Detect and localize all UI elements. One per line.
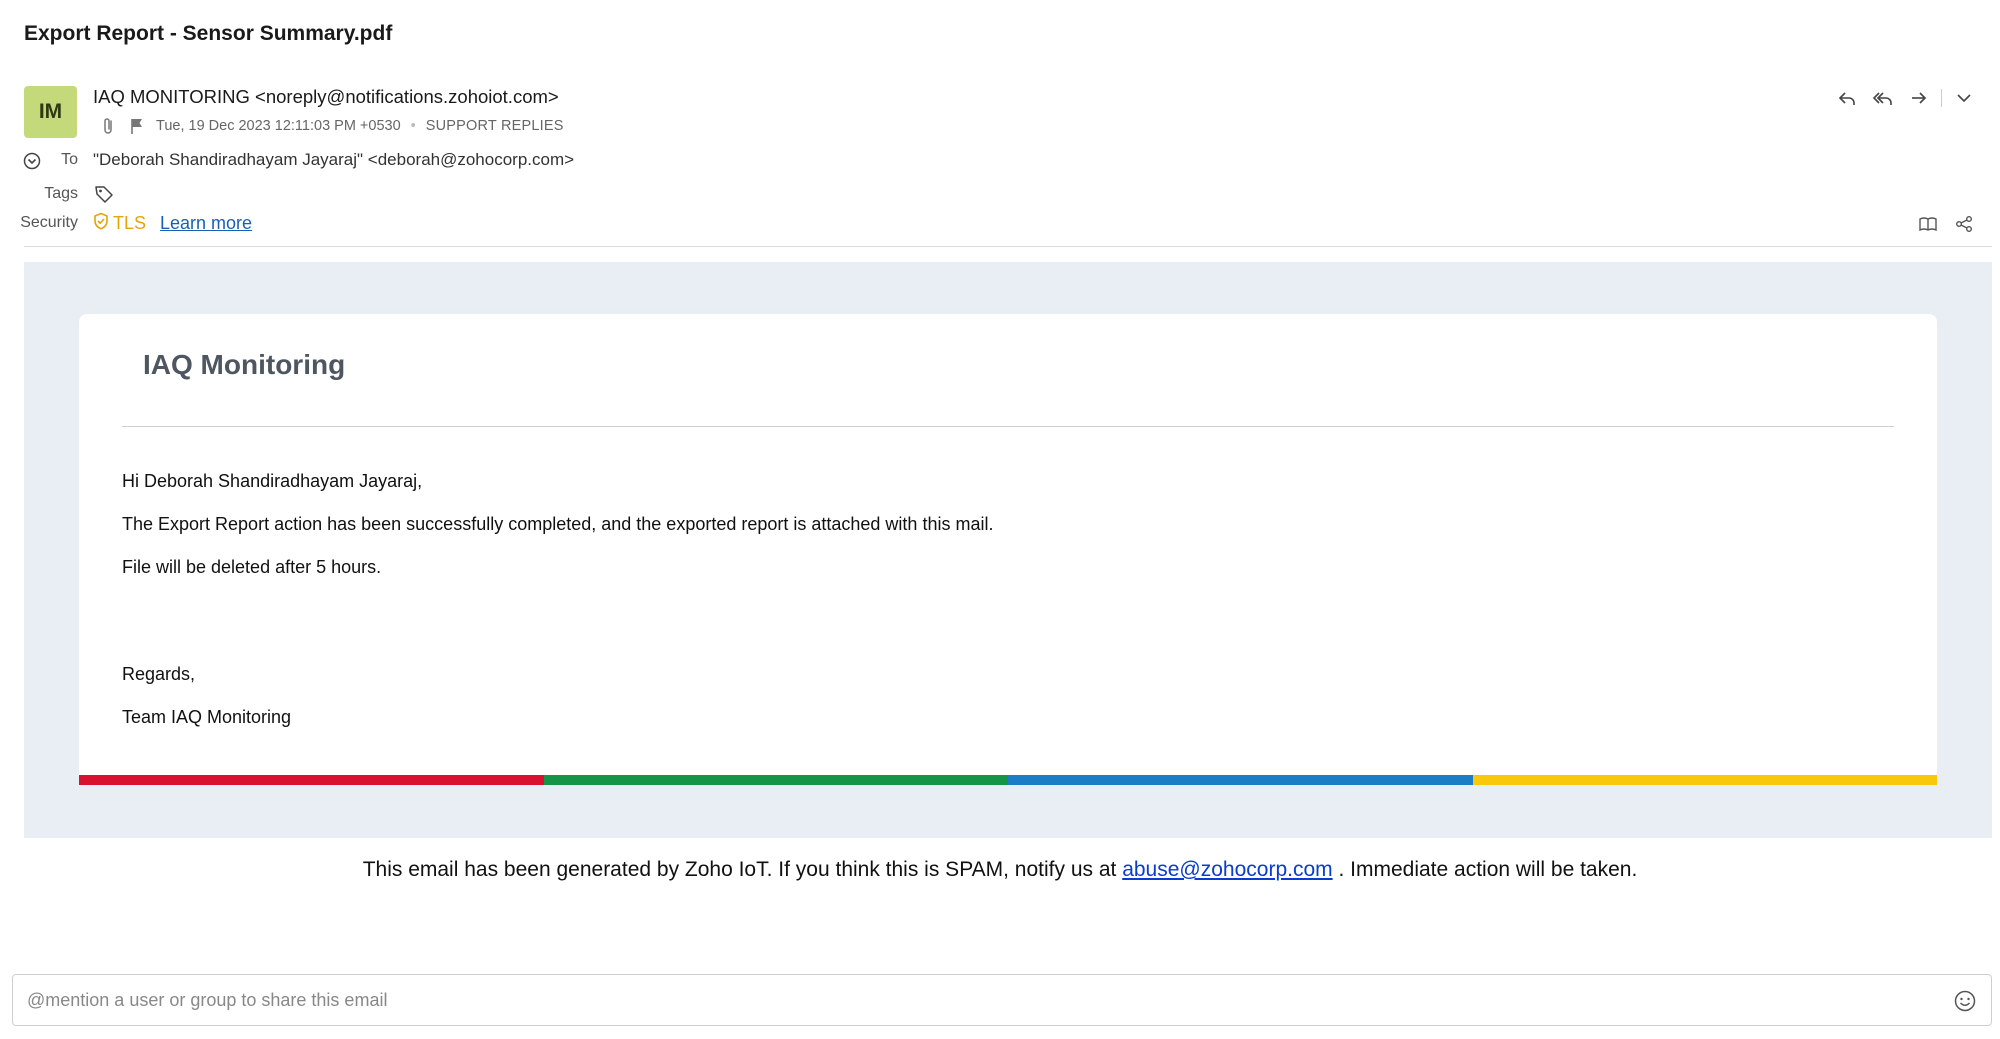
email-date: Tue, 19 Dec 2023 12:11:03 PM +0530 [156, 118, 401, 134]
tag-icon[interactable] [93, 183, 115, 205]
brand-bar-blue [1008, 775, 1473, 785]
to-recipient[interactable]: "Deborah Shandiradhayam Jayaraj" <debora… [93, 150, 574, 170]
emoji-icon[interactable] [1953, 989, 1977, 1013]
card-title: IAQ Monitoring [143, 349, 346, 380]
tags-label: Tags [44, 185, 78, 202]
actions-divider [1941, 89, 1942, 107]
regards-text: Regards, [122, 664, 196, 684]
chevron-down-icon[interactable] [1946, 86, 1982, 110]
security-label: Security [20, 214, 78, 231]
brand-bar-red [79, 775, 544, 785]
email-folder[interactable]: SUPPORT REPLIES [426, 118, 564, 134]
security-info: TLS Learn more [93, 212, 252, 235]
email-actions [1829, 86, 1982, 110]
paperclip-icon[interactable] [100, 117, 118, 135]
shield-icon [93, 212, 109, 235]
learn-more-link[interactable]: Learn more [160, 213, 252, 234]
spam-notice: This email has been generated by Zoho Io… [0, 858, 2000, 882]
email-subject: Export Report - Sensor Summary.pdf [24, 22, 393, 45]
flag-icon[interactable] [128, 117, 146, 135]
sender-avatar: IM [24, 86, 77, 138]
body-line-2: File will be deleted after 5 hours. [122, 557, 382, 577]
to-label: To [61, 151, 78, 168]
card-body: Hi Deborah Shandiradhayam Jayaraj, The E… [122, 472, 993, 751]
brand-bar-yellow [1472, 775, 1937, 785]
spam-notice-before: This email has been generated by Zoho Io… [362, 858, 1123, 881]
reply-all-icon[interactable] [1865, 86, 1901, 110]
tls-badge: TLS [113, 213, 147, 233]
forward-icon[interactable] [1901, 86, 1937, 110]
brand-color-bar [79, 775, 1937, 785]
card-divider [122, 426, 1894, 427]
team-signature: Team IAQ Monitoring [122, 707, 292, 727]
abuse-email-link[interactable]: abuse@zohocorp.com [1122, 858, 1332, 881]
mention-share-box [12, 974, 1992, 1026]
header-divider [24, 246, 1992, 247]
spam-notice-after: . Immediate action will be taken. [1332, 858, 1638, 881]
meta-separator: • [410, 118, 416, 134]
body-line-1: The Export Report action has been succes… [122, 514, 994, 534]
view-actions [1910, 212, 1982, 236]
email-content-card: IAQ Monitoring Hi Deborah Shandiradhayam… [79, 314, 1937, 785]
greeting-text: Hi Deborah Shandiradhayam Jayaraj, [122, 471, 423, 491]
expand-recipients-icon[interactable] [23, 152, 41, 170]
brand-bar-green [543, 775, 1008, 785]
share-icon[interactable] [1946, 212, 1982, 236]
reply-icon[interactable] [1829, 86, 1865, 110]
mention-input[interactable] [27, 975, 1927, 1025]
email-meta-row: Tue, 19 Dec 2023 12:11:03 PM +0530 • SUP… [100, 117, 564, 135]
book-icon[interactable] [1910, 212, 1946, 236]
sender-address[interactable]: IAQ MONITORING <noreply@notifications.zo… [93, 86, 559, 108]
